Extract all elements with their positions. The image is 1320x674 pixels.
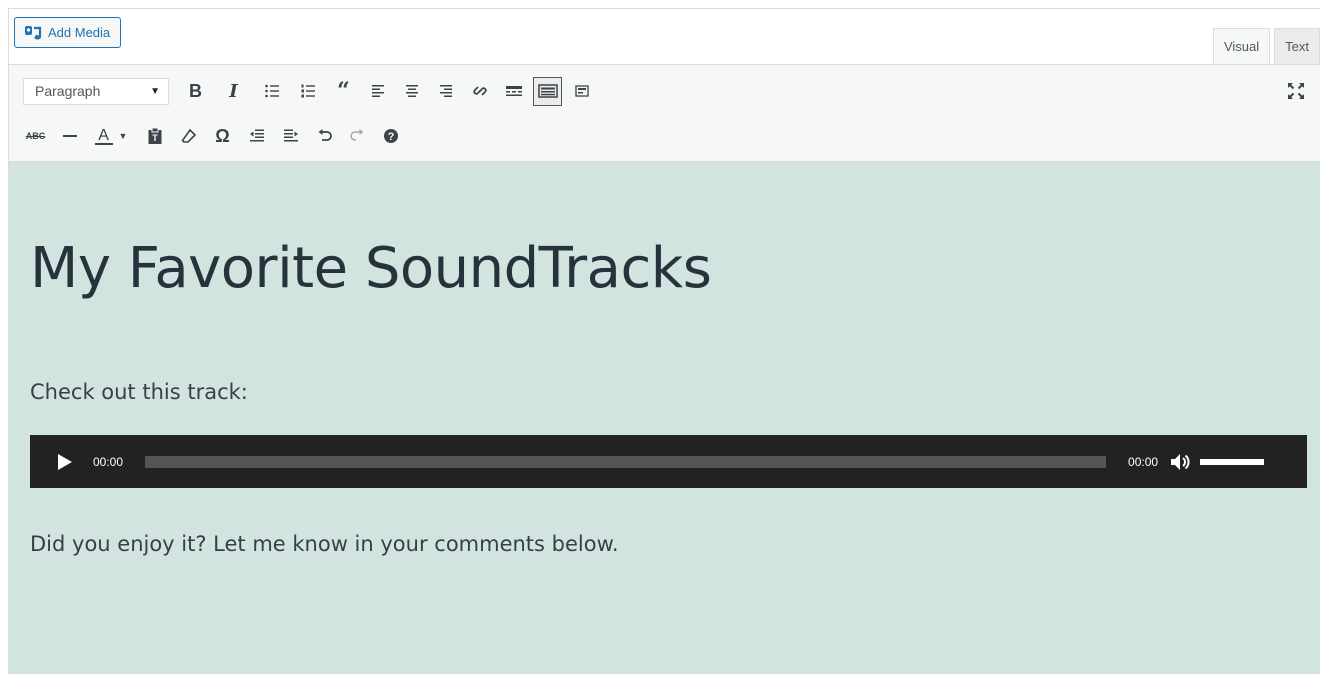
audio-player: 00:00 00:00 [30, 435, 1307, 488]
add-media-button[interactable]: Add Media [14, 17, 122, 48]
numbered-list-icon [301, 84, 315, 98]
toolbar-toggle-button[interactable] [533, 76, 562, 106]
svg-text:?: ? [387, 131, 394, 143]
clear-formatting-button[interactable] [174, 122, 203, 151]
intro-paragraph: Check out this track: [30, 380, 248, 404]
chevron-down-icon: ▼ [118, 131, 128, 141]
bold-icon: B [189, 80, 202, 101]
bulleted-list-icon [264, 84, 279, 98]
align-center-icon [405, 85, 418, 97]
strikethrough-icon: ABC [25, 131, 46, 141]
duration-time: 00:00 [1128, 454, 1159, 469]
link-icon [472, 86, 487, 96]
help-icon: ? [383, 129, 398, 143]
closing-paragraph: Did you enjoy it? Let me know in your co… [30, 532, 619, 556]
keyboard-icon [537, 84, 558, 98]
align-right-button[interactable] [431, 77, 460, 106]
fullscreen-icon [1287, 83, 1304, 99]
insert-block-button[interactable] [567, 77, 596, 106]
page-heading: My Favorite SoundTracks [30, 236, 712, 301]
mute-button[interactable] [1170, 451, 1194, 473]
play-icon [58, 453, 72, 470]
play-button[interactable] [55, 452, 75, 472]
media-icon [24, 25, 42, 41]
insert-media-block-icon [574, 85, 589, 97]
paste-text-button[interactable]: T [140, 122, 169, 151]
omega-icon: Ω [215, 125, 230, 146]
redo-icon [349, 129, 363, 141]
svg-text:T: T [152, 133, 158, 143]
progress-rail[interactable] [145, 455, 1107, 468]
toolbar-row-1: Paragraph ▼ B I “ [9, 71, 1320, 111]
volume-icon [1171, 453, 1190, 470]
blockquote-button[interactable]: “ [329, 77, 358, 106]
indent-button[interactable] [276, 122, 305, 151]
format-select-value: Paragraph [35, 83, 101, 99]
italic-icon: I [229, 80, 238, 102]
help-button[interactable]: ? [376, 122, 405, 151]
blockquote-icon: “ [337, 78, 350, 104]
horizontal-line-button[interactable] [55, 122, 84, 151]
editor-content[interactable]: My Favorite SoundTracks Check out this t… [9, 162, 1320, 674]
text-color-button[interactable]: A ▼ [89, 122, 133, 151]
link-button[interactable] [465, 77, 494, 106]
format-select[interactable]: Paragraph ▼ [23, 77, 169, 105]
strikethrough-button[interactable]: ABC [21, 122, 50, 151]
tab-text[interactable]: Text [1274, 28, 1320, 64]
current-time: 00:00 [93, 454, 124, 469]
align-left-icon [371, 85, 384, 97]
editor-topbar: Add Media Visual Text [9, 9, 1320, 64]
toolbar-row-2: ABC A ▼ T Ω ? [9, 116, 1320, 156]
italic-button[interactable]: I [219, 77, 248, 106]
editor-frame: Add Media Visual Text Paragraph ▼ B I “ … [8, 8, 1320, 674]
fullscreen-button[interactable] [1281, 77, 1310, 106]
outdent-button[interactable] [242, 122, 271, 151]
bulleted-list-button[interactable] [257, 77, 286, 106]
read-more-button[interactable] [499, 77, 528, 106]
add-media-label: Add Media [48, 25, 111, 40]
tab-visual[interactable]: Visual [1212, 28, 1271, 64]
align-center-button[interactable] [397, 77, 426, 106]
horizontal-line-icon [62, 135, 77, 137]
numbered-list-button[interactable] [293, 77, 322, 106]
chevron-down-icon: ▼ [150, 85, 160, 97]
undo-button[interactable] [310, 122, 339, 151]
indent-icon [283, 129, 298, 142]
special-character-button[interactable]: Ω [208, 122, 237, 151]
align-right-icon [439, 85, 452, 97]
undo-icon [318, 129, 332, 141]
editor-tabs: Visual Text [1209, 28, 1320, 64]
outdent-icon [249, 129, 264, 142]
read-more-icon [505, 86, 522, 96]
paste-text-icon: T [148, 127, 161, 144]
redo-button[interactable] [342, 122, 371, 151]
bold-button[interactable]: B [181, 77, 210, 106]
align-left-button[interactable] [363, 77, 392, 106]
eraser-icon [180, 128, 196, 143]
volume-slider[interactable] [1200, 458, 1265, 465]
editor-toolbars: Paragraph ▼ B I “ ABC A ▼ T Ω ? [9, 64, 1320, 162]
text-color-icon: A [94, 127, 113, 145]
